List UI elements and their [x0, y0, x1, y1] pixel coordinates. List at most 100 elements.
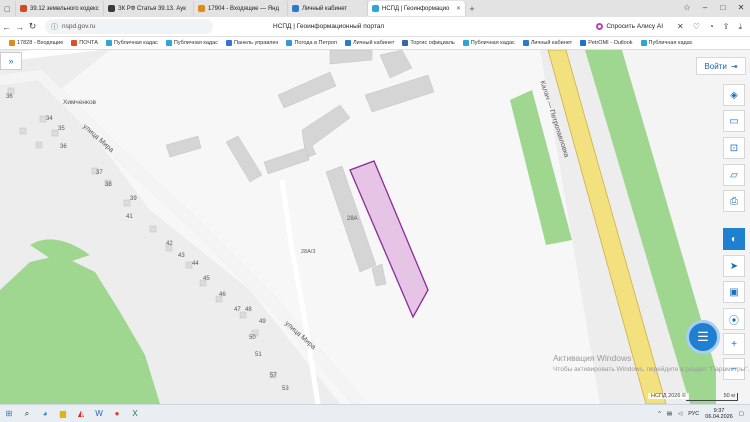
measure-button[interactable]: ⊡: [723, 137, 745, 159]
house-number: 57: [270, 373, 277, 379]
protect-icon[interactable]: ◔: [709, 22, 714, 32]
bookmark-label: 17828 - Входящие: [17, 40, 64, 46]
layers-button[interactable]: ◈: [723, 84, 745, 106]
bookmark-item[interactable]: Публичная кадас: [638, 40, 696, 46]
url-field[interactable]: ⓘ nspd.gov.ru: [45, 19, 213, 34]
tab-favicon-icon: [108, 5, 115, 12]
house-number: 36: [6, 94, 13, 100]
navigate-arrow-icon: ➤: [729, 260, 739, 272]
tab-favicon-icon: [20, 5, 27, 12]
close-tab-icon[interactable]: ✕: [456, 5, 461, 12]
notifications-icon[interactable]: ▢: [739, 411, 744, 417]
taskbar-yandex-browser[interactable]: ●: [108, 407, 126, 421]
minimize-icon[interactable]: –: [696, 0, 714, 17]
bookmark-favicon-icon: [286, 40, 293, 46]
bookmark-item[interactable]: ПОЧТА: [68, 40, 101, 46]
taskbar-word[interactable]: W: [90, 407, 108, 421]
bookmark-item[interactable]: Личный кабинет: [342, 40, 397, 46]
taskbar-excel[interactable]: X: [126, 407, 144, 421]
favorites-icon[interactable]: ♡: [693, 22, 700, 32]
search-icon: ⌕: [24, 408, 30, 418]
tray-expand-icon[interactable]: ^: [658, 411, 661, 417]
green-area: [0, 255, 160, 404]
tab-0[interactable]: 39.12 земельного кодекс: [16, 1, 104, 16]
bookmark-item[interactable]: Публичная кадас: [163, 40, 221, 46]
tab-1[interactable]: ЗК РФ Статья 39.13. Аук: [104, 1, 194, 16]
chat-tool-button[interactable]: ◐: [723, 228, 745, 250]
bookmark-favicon-icon: [105, 40, 112, 46]
ask-alisa-button[interactable]: Спросить Алису AI: [590, 21, 669, 32]
bookmark-label: Публичная кадас: [173, 40, 218, 46]
clock-date: 06.04.2026: [705, 413, 733, 420]
language-indicator[interactable]: РУС: [688, 411, 699, 417]
basemap-icon: ▣: [729, 286, 739, 298]
bookmark-item[interactable]: Погода в Петроп: [283, 40, 340, 46]
search-button[interactable]: ⌕: [18, 407, 36, 421]
login-button[interactable]: Войти ⇥: [696, 57, 746, 75]
start-button[interactable]: ⊞: [0, 407, 18, 421]
close-window-icon[interactable]: ✕: [732, 0, 750, 17]
bookmark-item[interactable]: PetrOMI - Outlook: [577, 40, 635, 46]
print-button[interactable]: ⎙: [723, 190, 745, 212]
locate-button[interactable]: ➤: [723, 255, 745, 277]
folder-icon: ▆: [59, 409, 67, 418]
tab-3[interactable]: Личный кабинет: [288, 1, 368, 16]
bookmark-favicon-icon: [71, 40, 78, 46]
basemap-button[interactable]: ▣: [723, 281, 745, 303]
tab-actions-button[interactable]: ▢: [0, 1, 16, 16]
bookmark-star-icon[interactable]: ☆: [678, 0, 696, 17]
chat-bubble-icon: ◐: [730, 233, 738, 245]
bookmark-label: Публичная кадас: [648, 40, 693, 46]
tab-title: Личный кабинет: [302, 5, 348, 12]
site-info-icon[interactable]: ⓘ: [51, 22, 58, 32]
bookmark-item[interactable]: Публичная кадас: [460, 40, 518, 46]
draw-button[interactable]: ▱: [723, 164, 745, 186]
extensions-icon[interactable]: ✕: [677, 22, 684, 32]
house-number: 39: [130, 196, 137, 202]
plus-icon: +: [731, 338, 737, 350]
house-number: 41: [126, 214, 133, 220]
volume-icon[interactable]: ◁: [678, 411, 682, 417]
watermark-subtitle: Чтобы активировать Windows, перейдите в …: [553, 366, 750, 373]
forward-icon[interactable]: →: [13, 22, 26, 32]
minimap-button[interactable]: ▭: [723, 110, 745, 132]
share-icon[interactable]: ⇪: [723, 22, 730, 32]
house-number: 44: [192, 261, 199, 267]
tab-4-active[interactable]: НСПД | Геоинформацио ✕: [368, 1, 466, 16]
tab-2[interactable]: 17904 - Входящие — Янд: [194, 1, 288, 16]
bookmark-favicon-icon: [225, 40, 232, 46]
reload-icon[interactable]: ↻: [26, 21, 39, 32]
edge-icon: ◕: [42, 409, 48, 418]
map-view[interactable]: Химченков улица Мира улица Мира Калач — …: [0, 50, 750, 404]
expand-sidebar-button[interactable]: »: [0, 52, 22, 70]
house-number: 45: [203, 276, 210, 282]
measure-icon: ⊡: [729, 142, 739, 154]
bookmark-item[interactable]: Торгис официаль: [399, 40, 457, 46]
bookmark-item[interactable]: Публичная кадас: [103, 40, 161, 46]
double-chevron-right-icon: »: [8, 56, 14, 66]
house-number: 48: [245, 307, 252, 313]
bookmark-item[interactable]: 17828 - Входящие: [6, 40, 66, 46]
taskbar-explorer[interactable]: ▆: [54, 407, 72, 421]
new-tab-button[interactable]: +: [466, 3, 478, 15]
back-icon[interactable]: ←: [0, 22, 13, 32]
taskbar-acrobat[interactable]: ◭: [72, 407, 90, 421]
download-icon[interactable]: ⤓: [738, 22, 742, 32]
house-number: 53: [282, 386, 289, 392]
assistant-chat-button[interactable]: ☰: [686, 320, 720, 354]
bookmark-item[interactable]: Личный кабинет: [520, 40, 575, 46]
network-icon[interactable]: ▤: [667, 411, 672, 417]
geolocation-button[interactable]: ⦿: [723, 308, 745, 330]
house-number: 36: [60, 144, 67, 150]
house-number: 34: [46, 116, 53, 122]
maximize-icon[interactable]: □: [714, 0, 732, 17]
acrobat-icon: ◭: [77, 409, 85, 418]
clock[interactable]: 9:37 06.04.2026: [705, 408, 733, 420]
scale-bar: 50 м: [686, 393, 738, 401]
zoom-in-button[interactable]: +: [723, 333, 745, 355]
url-text: nspd.gov.ru: [62, 23, 96, 30]
house-number: 51: [255, 352, 262, 358]
bookmark-item[interactable]: Панель управлен: [223, 40, 281, 46]
bookmark-favicon-icon: [580, 40, 587, 46]
taskbar-edge[interactable]: ◕: [36, 407, 54, 421]
